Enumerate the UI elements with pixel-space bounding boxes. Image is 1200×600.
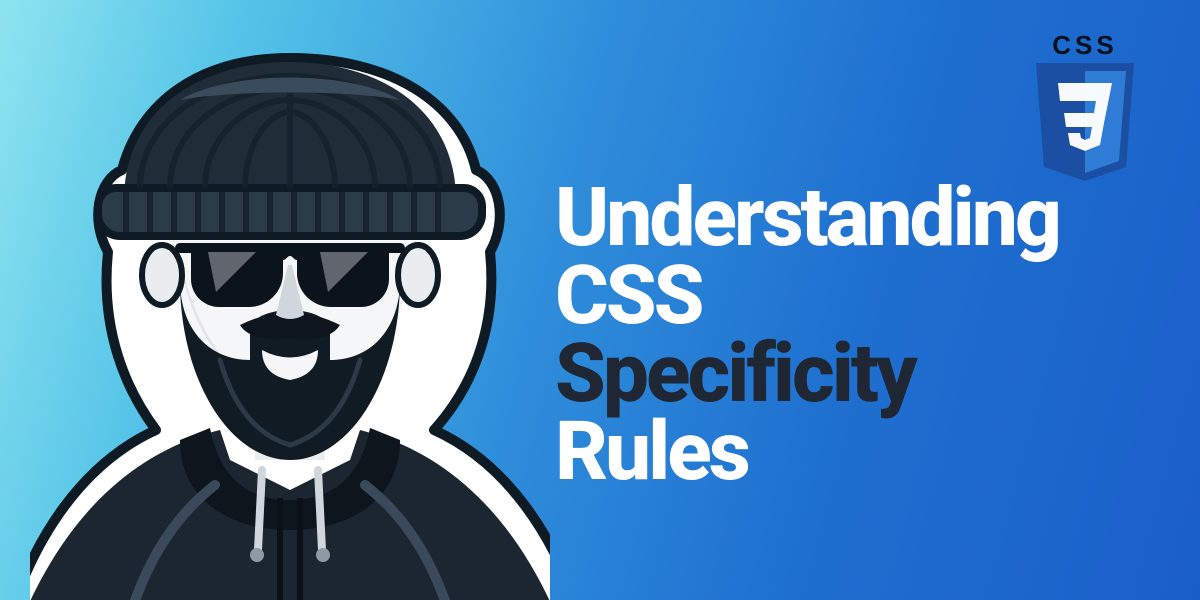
title-line-2: CSS xyxy=(555,258,1175,336)
css3-badge-word: CSS xyxy=(1052,30,1117,61)
hero-avatar-illustration xyxy=(30,30,550,600)
title-line-4: Rules xyxy=(555,414,1175,492)
css3-shield-icon xyxy=(1030,63,1140,183)
css3-badge: CSS xyxy=(1030,30,1140,183)
beanie-icon xyxy=(98,62,482,236)
title-line-3: Specificity xyxy=(555,336,1175,414)
page-title: Understanding CSS Specificity Rules xyxy=(555,180,1175,492)
title-line-1: Understanding xyxy=(555,180,1175,258)
